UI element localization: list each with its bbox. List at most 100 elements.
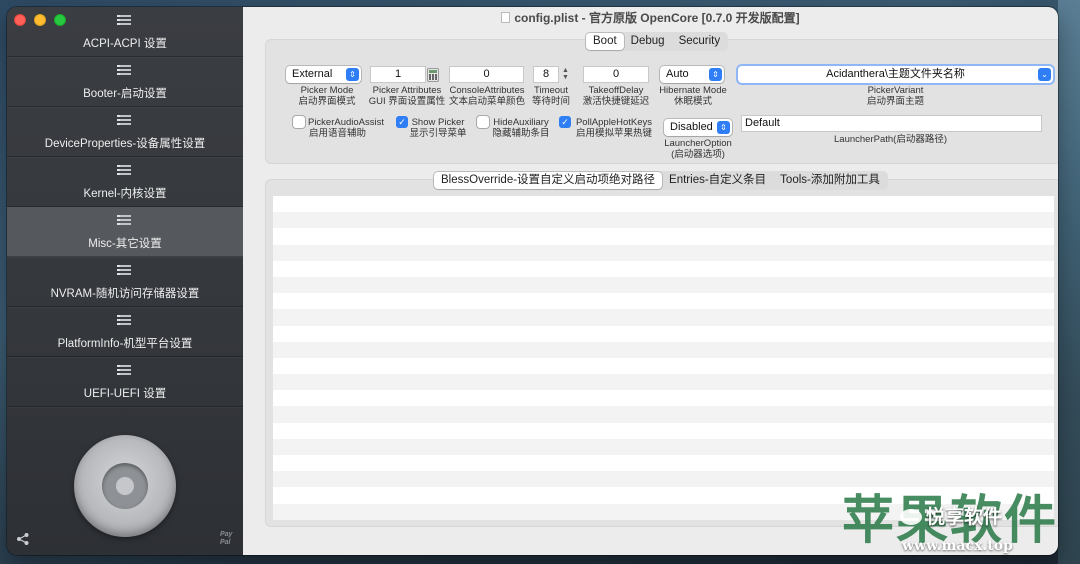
sidebar-item-uefi[interactable]: UEFI-UEFI 设置 <box>7 357 243 407</box>
table-row[interactable] <box>273 196 1054 213</box>
table-row[interactable] <box>273 276 1054 294</box>
picker-mode-select[interactable]: External ⇕ <box>286 66 361 83</box>
sidebar-nav: ACPI-ACPI 设置 Booter-启动设置 DevicePropertie… <box>7 7 243 407</box>
chevron-updown-icon: ⇕ <box>709 68 722 81</box>
table-row[interactable] <box>273 357 1054 375</box>
table-row[interactable] <box>273 309 1054 326</box>
picker-audio-assist-label-en: PickerAudioAssist <box>307 117 385 128</box>
chevron-updown-icon: ⇕ <box>717 121 730 134</box>
disk-center <box>116 477 134 495</box>
list-icon <box>117 165 131 179</box>
list-icon <box>117 265 131 279</box>
table-row[interactable] <box>273 228 1054 245</box>
share-icon[interactable] <box>16 532 30 546</box>
launcher-path-field[interactable]: Default <box>741 115 1042 132</box>
sidebar-item-misc[interactable]: Misc-其它设置 <box>7 207 243 257</box>
timeout-field[interactable]: 8 <box>533 66 559 83</box>
table-row[interactable] <box>273 487 1054 504</box>
table-row[interactable] <box>273 438 1054 455</box>
minimize-window-button[interactable] <box>34 14 46 26</box>
timeout-label-cn: 等待时间 <box>531 96 570 107</box>
blessoverride-table[interactable] <box>273 196 1054 520</box>
table-row[interactable] <box>273 455 1054 472</box>
picker-attributes-label-en: Picker Attributes <box>372 85 442 96</box>
table-row[interactable] <box>273 212 1054 229</box>
table-row[interactable] <box>273 293 1054 310</box>
table-row[interactable] <box>273 374 1054 391</box>
table-row[interactable] <box>273 244 1054 261</box>
hibernate-mode-select[interactable]: Auto ⇕ <box>660 66 724 83</box>
picker-variant-label: PickerVariant 启动界面主题 <box>843 85 948 107</box>
list-icon <box>117 215 131 229</box>
console-attributes-label-cn: 文本启动菜单颜色 <box>448 96 525 107</box>
poll-apple-hotkeys-label-en: PollAppleHotKeys <box>575 117 653 128</box>
picker-variant-label-cn: 启动界面主题 <box>866 96 924 107</box>
sidebar-item-label: Misc-其它设置 <box>88 238 162 250</box>
sidebar-item-platforminfo[interactable]: PlatformInfo-机型平台设置 <box>7 307 243 357</box>
picker-audio-assist-checkbox[interactable] <box>293 116 305 128</box>
sidebar-item-label: NVRAM-随机访问存储器设置 <box>50 288 200 300</box>
tab-tools[interactable]: Tools-添加附加工具 <box>773 172 887 189</box>
list-icon <box>117 115 131 129</box>
chevron-updown-icon: ⇕ <box>346 68 359 81</box>
sidebar-item-kernel[interactable]: Kernel-内核设置 <box>7 157 243 207</box>
tab-security[interactable]: Security <box>672 33 728 50</box>
picker-variant-value: Acidanthera\主题文件夹名称 <box>826 68 965 80</box>
show-picker-checkbox[interactable]: ✓ <box>396 116 408 128</box>
sidebar-item-nvram[interactable]: NVRAM-随机访问存储器设置 <box>7 257 243 307</box>
picker-attributes-label-cn: GUI 界面设置属性 <box>368 96 446 107</box>
sidebar-item-deviceproperties[interactable]: DeviceProperties-设备属性设置 <box>7 107 243 157</box>
list-icon <box>117 65 131 79</box>
hibernate-mode-value: Auto <box>666 68 689 80</box>
console-attributes-field[interactable]: 0 <box>449 66 524 83</box>
show-picker-label-cn: 显示引导菜单 <box>409 128 467 139</box>
picker-variant-label-en: PickerVariant <box>867 85 924 96</box>
sidebar-item-label: Booter-启动设置 <box>83 88 167 100</box>
picker-audio-assist-label-cn: 启用语音辅助 <box>309 128 367 139</box>
sidebar-item-booter[interactable]: Booter-启动设置 <box>7 57 243 107</box>
main-panel: config.plist - 官方原版 OpenCore [0.7.0 开发版配… <box>243 7 1058 555</box>
tab-debug[interactable]: Debug <box>624 33 672 50</box>
console-attributes-label: ConsoleAttributes 文本启动菜单颜色 <box>443 85 531 107</box>
list-icon <box>117 15 131 29</box>
calculator-icon[interactable] <box>427 68 439 82</box>
timeout-stepper[interactable]: ▲ ▼ <box>561 67 570 82</box>
takeoff-delay-label-cn: 激活快捷键延迟 <box>582 96 650 107</box>
hide-auxiliary-checkbox[interactable] <box>477 116 489 128</box>
paypal-icon[interactable]: Pay Pal <box>220 531 234 547</box>
launcher-option-label-en: LauncherOption <box>664 138 732 149</box>
hibernate-mode-label: Hibernate Mode 休眠模式 <box>648 85 738 107</box>
tab-boot[interactable]: Boot <box>586 33 624 50</box>
maximize-window-button[interactable] <box>54 14 66 26</box>
window-title-bar: config.plist - 官方原版 OpenCore [0.7.0 开发版配… <box>243 7 1058 29</box>
takeoff-delay-field[interactable]: 0 <box>583 66 649 83</box>
launcher-option-select[interactable]: Disabled ⇕ <box>664 119 732 136</box>
table-row[interactable] <box>273 406 1054 423</box>
picker-attributes-label: Picker Attributes GUI 界面设置属性 <box>361 85 453 107</box>
tab-blessoverride[interactable]: BlessOverride-设置自定义启动项绝对路径 <box>434 172 663 189</box>
disk-icon[interactable] <box>74 435 176 537</box>
table-row[interactable] <box>273 260 1054 277</box>
poll-apple-hotkeys-checkbox[interactable]: ✓ <box>559 116 571 128</box>
table-row[interactable] <box>273 341 1054 358</box>
show-picker-label-en: Show Picker <box>411 117 465 128</box>
hide-auxiliary-label-cn: 隐藏辅助条目 <box>492 128 550 139</box>
console-attributes-label-en: ConsoleAttributes <box>449 85 525 96</box>
picker-attributes-field[interactable]: 1 <box>370 66 426 83</box>
document-icon <box>501 12 511 23</box>
list-icon <box>117 315 131 329</box>
table-row[interactable] <box>273 325 1054 342</box>
table-row[interactable] <box>273 471 1054 488</box>
picker-mode-label-en: Picker Mode <box>300 85 354 96</box>
desktop-background <box>1058 0 1080 564</box>
sidebar-item-label: Kernel-内核设置 <box>83 188 167 200</box>
table-row[interactable] <box>273 390 1054 407</box>
picker-variant-combo[interactable]: Acidanthera\主题文件夹名称 ⌄ <box>738 66 1053 83</box>
close-window-button[interactable] <box>14 14 26 26</box>
picker-audio-assist-label: PickerAudioAssist 启用语音辅助 <box>305 117 387 139</box>
tab-entries[interactable]: Entries-自定义条目 <box>662 172 773 189</box>
launcher-option-label: LauncherOption (启动器选项) <box>653 138 743 160</box>
table-row[interactable] <box>273 503 1054 520</box>
hibernate-mode-label-cn: 休眠模式 <box>673 96 712 107</box>
table-row[interactable] <box>273 422 1054 439</box>
